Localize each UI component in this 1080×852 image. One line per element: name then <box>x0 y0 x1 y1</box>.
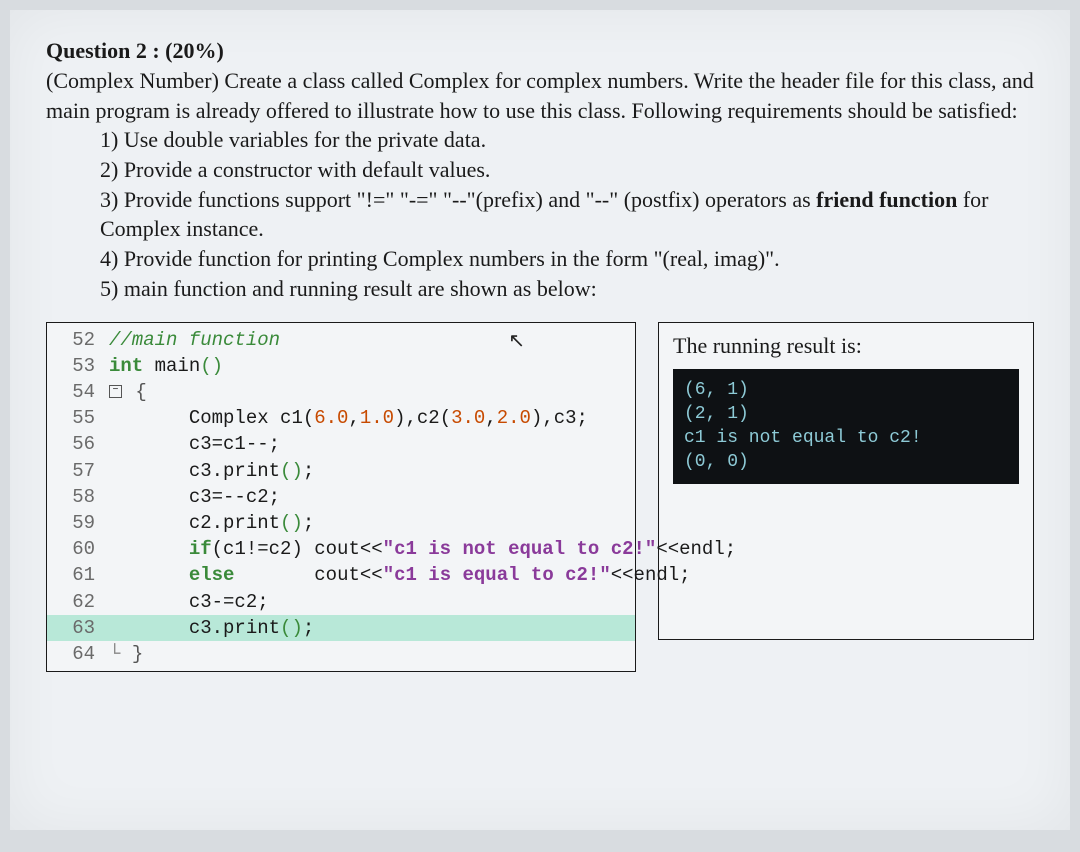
question-title: Question 2 : (20%) <box>46 38 1034 64</box>
page: Question 2 : (20%) (Complex Number) Crea… <box>10 10 1070 830</box>
lower-area: ↖ 52 //main function 53 int main() 54 − … <box>46 322 1034 673</box>
requirement-4: 4) Provide function for printing Complex… <box>100 244 1034 274</box>
requirement-1: 1) Use double variables for the private … <box>100 125 1034 155</box>
code-line: 58 c3=--c2; <box>47 484 635 510</box>
result-panel: The running result is: (6, 1) (2, 1) c1 … <box>658 322 1034 640</box>
code-line: 61 else cout<<"c1 is equal to c2!"<<endl… <box>47 562 635 588</box>
code-line: 59 c2.print(); <box>47 510 635 536</box>
code-line: 55 Complex c1(6.0,1.0),c2(3.0,2.0),c3; <box>47 405 635 431</box>
code-line: 56 c3=c1--; <box>47 431 635 457</box>
fold-icon[interactable]: − <box>109 385 122 398</box>
result-label: The running result is: <box>673 333 1019 359</box>
terminal-output: (6, 1) (2, 1) c1 is not equal to c2! (0,… <box>673 369 1019 484</box>
code-line: 60 if(c1!=c2) cout<<"c1 is not equal to … <box>47 536 635 562</box>
code-line: 62 c3-=c2; <box>47 589 635 615</box>
requirement-3-bold: friend function <box>816 187 957 212</box>
code-line: 54 − { <box>47 379 635 405</box>
requirement-3-text: 3) Provide functions support "!=" "-=" "… <box>100 187 816 212</box>
terminal-line: c1 is not equal to c2! <box>684 426 1008 450</box>
code-line: 57 c3.print(); <box>47 458 635 484</box>
code-line: 64 └ } <box>47 641 635 667</box>
code-line: 53 int main() <box>47 353 635 379</box>
terminal-line: (2, 1) <box>684 402 1008 426</box>
requirement-3: 3) Provide functions support "!=" "-=" "… <box>100 185 1034 244</box>
code-line-highlighted: 63 c3.print(); <box>47 615 635 641</box>
code-line: 52 //main function <box>47 327 635 353</box>
code-listing: ↖ 52 //main function 53 int main() 54 − … <box>46 322 636 673</box>
requirement-5: 5) main function and running result are … <box>100 274 1034 304</box>
requirement-2: 2) Provide a constructor with default va… <box>100 155 1034 185</box>
question-intro: (Complex Number) Create a class called C… <box>46 66 1034 125</box>
mouse-cursor-icon: ↖ <box>508 329 525 357</box>
terminal-line: (6, 1) <box>684 378 1008 402</box>
terminal-line: (0, 0) <box>684 450 1008 474</box>
